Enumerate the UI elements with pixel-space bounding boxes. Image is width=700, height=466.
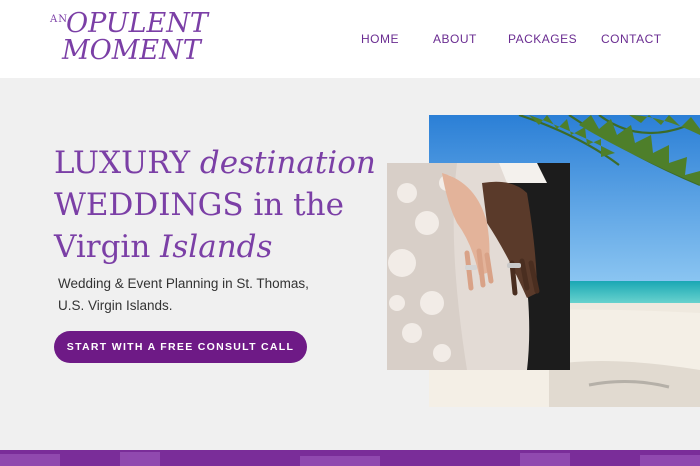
headline-weddings: WEDDINGS in the bbox=[54, 187, 344, 223]
site-logo[interactable]: AN OPULENT MOMENT bbox=[48, 8, 208, 68]
nav-about[interactable]: ABOUT bbox=[433, 32, 477, 46]
nav-contact[interactable]: CONTACT bbox=[601, 32, 662, 46]
site-header: AN OPULENT MOMENT HOME ABOUT PACKAGES CO… bbox=[0, 0, 700, 78]
headline-virgin: Virgin bbox=[54, 229, 161, 265]
consult-call-button[interactable]: START WITH A FREE CONSULT CALL bbox=[54, 331, 307, 363]
rings-image bbox=[387, 163, 570, 370]
subtext-line1: Wedding & Event Planning in St. Thomas, bbox=[58, 276, 309, 291]
footer-pattern bbox=[0, 450, 700, 466]
headline-islands: Islands bbox=[160, 229, 273, 265]
hero-headline: LUXURY destination WEDDINGS in the Virgi… bbox=[54, 142, 384, 268]
headline-destination: destination bbox=[199, 145, 376, 181]
hero-subtext: Wedding & Event Planning in St. Thomas, … bbox=[58, 273, 338, 317]
subtext-line2: U.S. Virgin Islands. bbox=[58, 298, 173, 313]
footer-image-band bbox=[0, 450, 700, 466]
couple-hands-photo bbox=[387, 163, 570, 370]
nav-packages[interactable]: PACKAGES bbox=[508, 32, 577, 46]
logo-line2: MOMENT bbox=[62, 35, 201, 66]
headline-luxury: LUXURY bbox=[54, 145, 200, 181]
nav-home[interactable]: HOME bbox=[361, 32, 399, 46]
